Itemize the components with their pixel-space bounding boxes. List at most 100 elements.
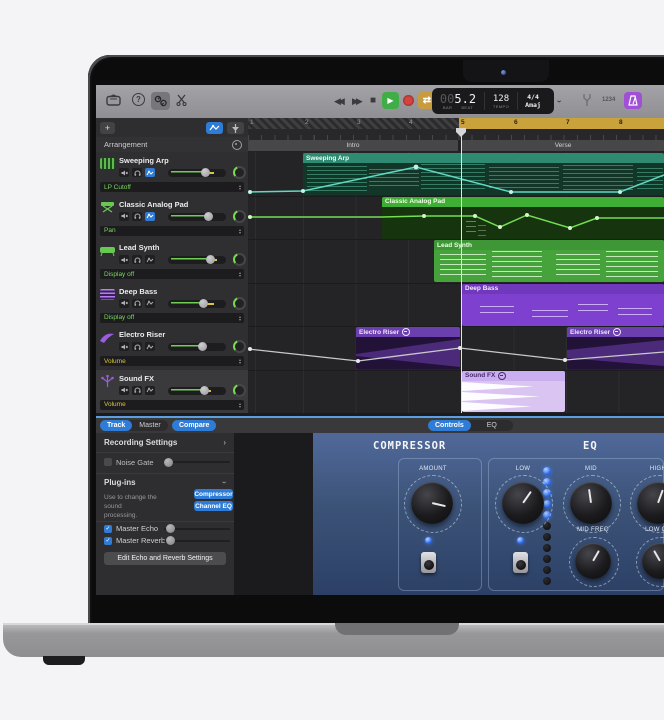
region-sweeping-arp[interactable]: Sweeping Arp — [303, 153, 664, 195]
compressor-title: COMPRESSOR — [373, 440, 446, 452]
arrangement-marker-intro[interactable]: Intro — [248, 140, 458, 151]
mute-button[interactable] — [119, 212, 129, 221]
amount-knob[interactable] — [411, 482, 453, 524]
catch-playhead-button[interactable] — [227, 122, 244, 134]
mute-button[interactable] — [119, 342, 129, 351]
solo-button[interactable] — [132, 386, 142, 395]
region-lead-synth[interactable]: Lead Synth — [434, 240, 664, 282]
pan-knob[interactable] — [233, 384, 246, 397]
mute-button[interactable] — [119, 299, 129, 308]
editors-icon[interactable] — [176, 94, 187, 106]
eq-title: EQ — [583, 440, 598, 452]
noise-gate-checkbox[interactable] — [104, 458, 112, 466]
mid-freq-knob[interactable] — [575, 543, 611, 579]
region-classic-analog-pad[interactable]: Classic Analog Pad — [382, 197, 664, 239]
automation-param-select[interactable]: Display off▴▾ — [100, 269, 244, 279]
volume-slider[interactable] — [168, 343, 226, 351]
track-row-deep-bass[interactable]: Deep Bass Display off▴▾ — [96, 283, 248, 328]
pan-knob[interactable] — [233, 166, 246, 179]
panel-resize-handle[interactable] — [96, 416, 664, 418]
solo-button[interactable] — [132, 299, 142, 308]
pan-knob[interactable] — [233, 340, 246, 353]
automation-button[interactable] — [145, 299, 155, 308]
solo-button[interactable] — [132, 342, 142, 351]
region-electro-riser-2[interactable]: Electro Riser — [567, 327, 664, 369]
automation-button[interactable] — [145, 168, 155, 177]
compressor-toggle[interactable] — [421, 552, 436, 573]
rewind-button[interactable]: ◀◀ — [334, 96, 342, 107]
show-automation-button[interactable] — [206, 122, 223, 134]
arrangement-marker-verse[interactable]: Verse — [462, 140, 664, 151]
tab-master[interactable]: Master — [132, 420, 167, 431]
master-reverb-slider[interactable] — [164, 540, 230, 542]
smart-controls-button[interactable] — [151, 92, 170, 110]
metronome-button[interactable] — [624, 92, 642, 109]
mute-button[interactable] — [119, 255, 129, 264]
eq-toggle[interactable] — [513, 552, 528, 573]
stop-button[interactable]: ■ — [370, 95, 376, 106]
timeline-lanes[interactable]: Sweeping Arp Classic Analog Pad Lead Syn… — [248, 152, 664, 413]
mute-button[interactable] — [119, 386, 129, 395]
pan-knob[interactable] — [233, 297, 246, 310]
lcd-display[interactable]: 005.2 BARBEAT 128 TEMPO 4/4 Amaj — [432, 88, 554, 114]
automation-param-select[interactable]: Volume▴▾ — [100, 400, 244, 410]
automation-button[interactable] — [145, 212, 155, 221]
tab-controls[interactable]: Controls — [428, 420, 471, 431]
tuner-icon[interactable] — [582, 93, 592, 107]
arrangement-row[interactable]: Arrangement — [96, 137, 248, 153]
record-button[interactable] — [403, 95, 414, 106]
library-icon[interactable] — [106, 94, 121, 106]
volume-slider[interactable] — [168, 300, 226, 308]
tab-eq[interactable]: EQ — [471, 420, 513, 431]
arrangement-add-icon[interactable] — [232, 140, 242, 150]
playhead[interactable] — [461, 128, 463, 413]
volume-slider[interactable] — [168, 387, 226, 395]
automation-button[interactable] — [145, 255, 155, 264]
automation-button[interactable] — [145, 342, 155, 351]
cycle-region[interactable] — [459, 118, 664, 129]
solo-button[interactable] — [132, 168, 142, 177]
track-row-electro-riser[interactable]: Electro Riser Volume▴▾ — [96, 326, 248, 371]
edit-echo-reverb-button[interactable]: Edit Echo and Reverb Settings — [104, 552, 226, 565]
solo-button[interactable] — [132, 212, 142, 221]
play-button[interactable]: ▶ — [382, 92, 399, 109]
volume-slider[interactable] — [168, 213, 226, 221]
automation-param-select[interactable]: Volume▴▾ — [100, 356, 244, 366]
forward-button[interactable]: ▶▶ — [352, 96, 360, 107]
volume-slider[interactable] — [168, 169, 226, 177]
track-row-classic-analog-pad[interactable]: Classic Analog Pad Pan▴▾ — [96, 196, 248, 241]
automation-param-select[interactable]: Display off▴▾ — [100, 313, 244, 323]
region-electro-riser-1[interactable]: Electro Riser — [356, 327, 460, 369]
solo-button[interactable] — [132, 255, 142, 264]
automation-button[interactable] — [145, 386, 155, 395]
mid-knob[interactable] — [570, 482, 612, 524]
region-sound-fx[interactable]: Sound FX — [462, 371, 565, 412]
volume-slider[interactable] — [168, 256, 226, 264]
recording-settings-row[interactable]: Recording Settings › — [96, 433, 234, 453]
noise-gate-slider[interactable] — [164, 461, 230, 463]
pan-knob[interactable] — [233, 253, 246, 266]
quick-help-icon[interactable]: ? — [132, 93, 145, 106]
master-reverb-checkbox[interactable]: ✓ — [104, 537, 112, 545]
lcd-chevron-icon[interactable]: › — [555, 100, 564, 103]
automation-param-select[interactable]: Pan▴▾ — [100, 226, 244, 236]
add-track-button[interactable]: + — [100, 122, 115, 134]
track-row-sweeping-arp[interactable]: Sweeping Arp LP Cutoff▴▾ — [96, 152, 248, 197]
plugin-compressor-button[interactable]: Compressor — [194, 489, 233, 499]
mute-button[interactable] — [119, 168, 129, 177]
pan-knob[interactable] — [233, 210, 246, 223]
compare-button[interactable]: Compare — [172, 420, 216, 431]
mid-freq-label: MID FREQ — [567, 527, 619, 533]
count-in-button[interactable]: 1234 — [602, 97, 615, 103]
automation-param-select[interactable]: LP Cutoff▴▾ — [100, 182, 244, 192]
plugin-channel-eq-button[interactable]: Channel EQ — [194, 501, 233, 511]
track-row-lead-synth[interactable]: Lead Synth Display off▴▾ — [96, 239, 248, 284]
track-row-sound-fx[interactable]: Sound FX Volume▴▾ — [96, 370, 248, 415]
master-echo-slider[interactable] — [164, 528, 230, 530]
plugins-row[interactable]: Plug-ins › — [96, 473, 234, 490]
master-echo-checkbox[interactable]: ✓ — [104, 525, 112, 533]
low-knob[interactable] — [502, 482, 544, 524]
tab-track[interactable]: Track — [100, 420, 132, 431]
lcd-key-value: Amaj — [525, 101, 541, 109]
region-deep-bass[interactable]: Deep Bass — [462, 284, 664, 326]
